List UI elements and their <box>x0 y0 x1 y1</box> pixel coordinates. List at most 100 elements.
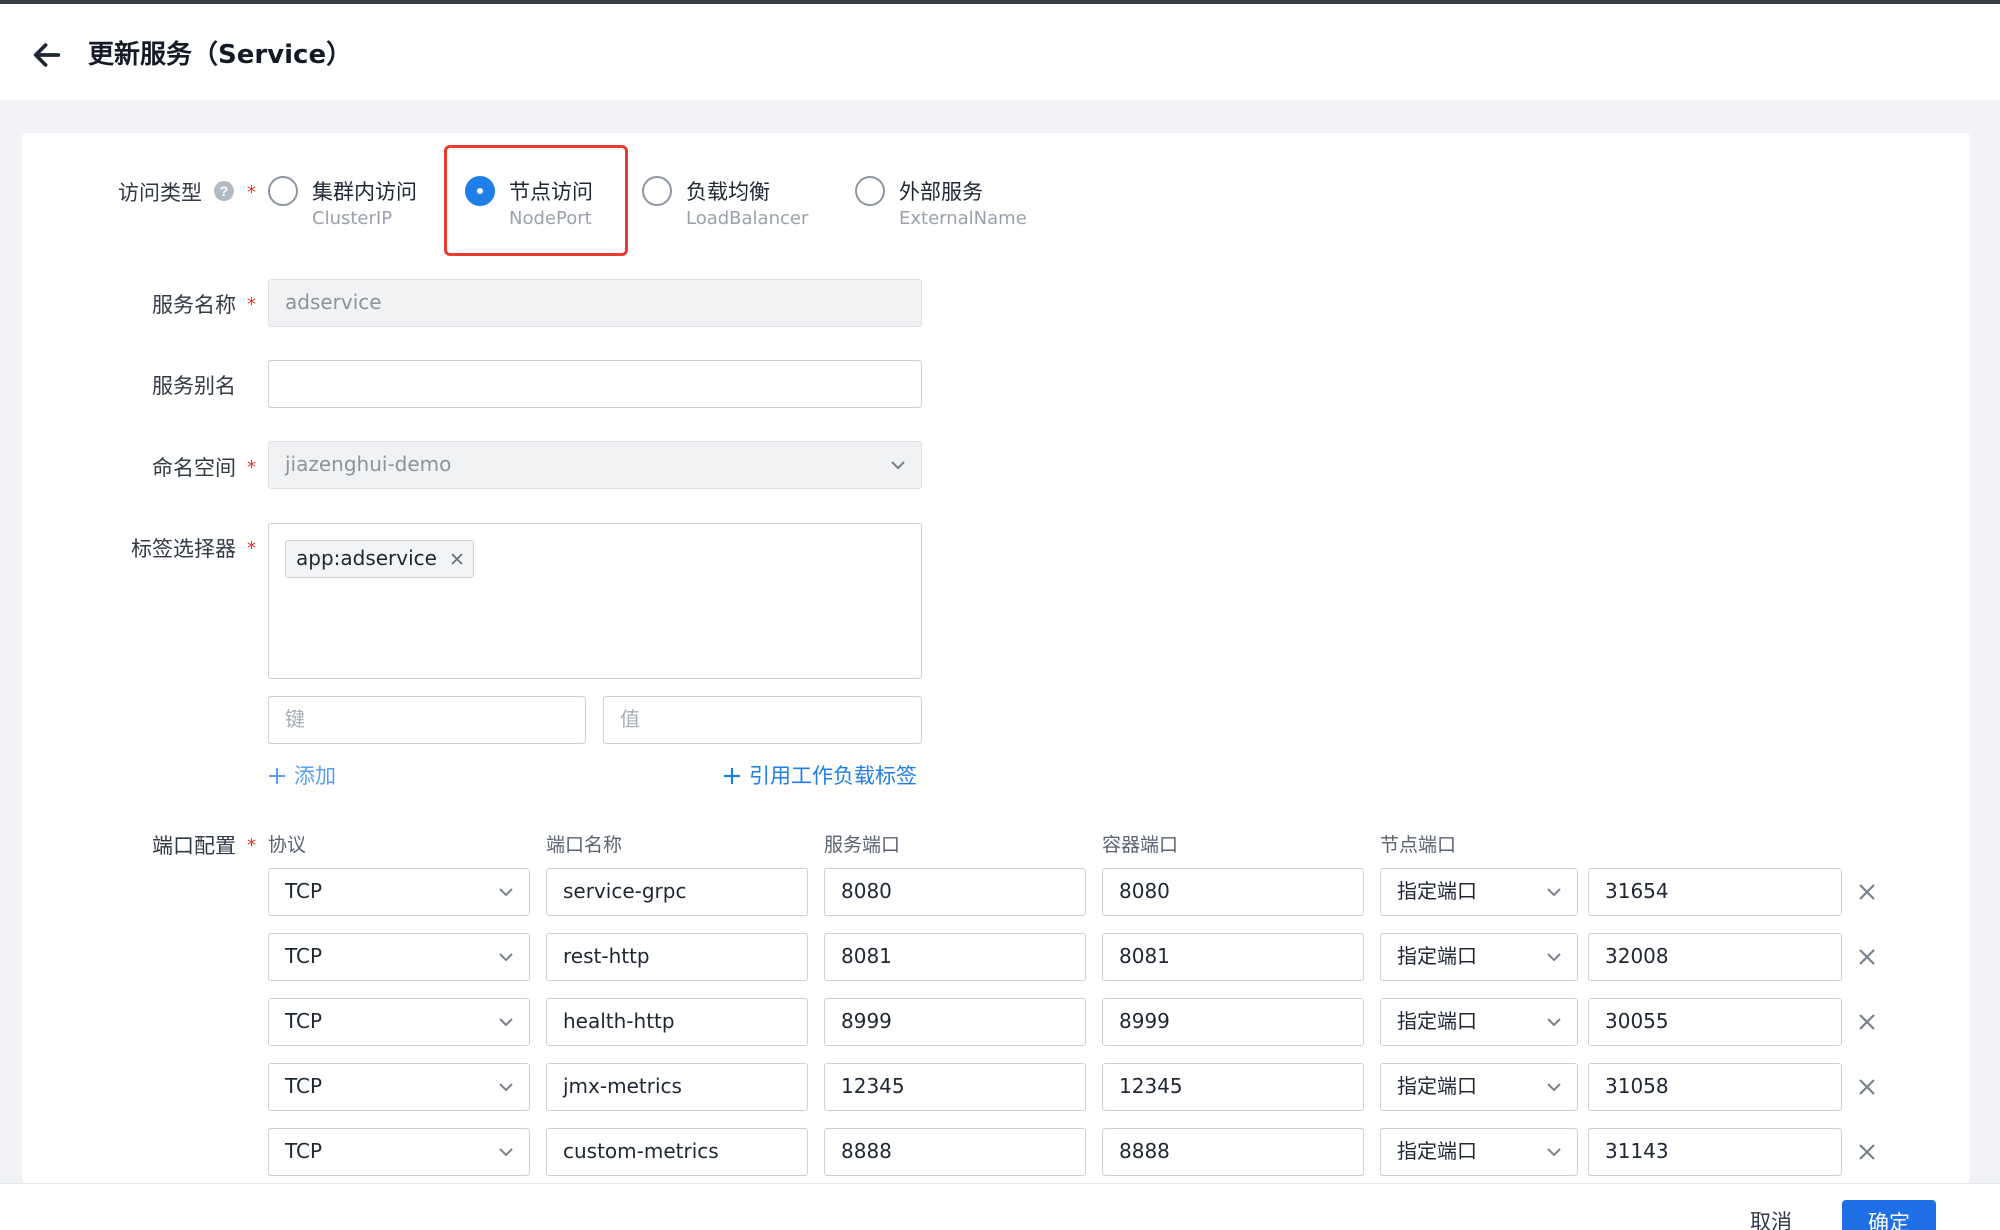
node-port-mode-value: 指定端口 <box>1397 1009 1477 1033</box>
ref-workload-labels-link[interactable]: 引用工作负载标签 <box>723 760 917 790</box>
page-title: 更新服务（Service） <box>88 40 353 70</box>
add-label-text: 添加 <box>294 764 336 788</box>
label-selector-box[interactable]: app:adservice <box>268 523 922 679</box>
help-icon[interactable]: ? <box>213 180 235 202</box>
namespace-value: jiazenghui-demo <box>285 452 452 476</box>
required-mark: * <box>247 294 256 315</box>
required-mark: * <box>247 457 256 478</box>
required-mark: * <box>247 835 256 856</box>
radio-sublabel: ExternalName <box>899 208 1027 229</box>
add-label-link[interactable]: 添加 <box>268 760 336 790</box>
radio-button[interactable] <box>268 176 298 206</box>
node-port-mode-select[interactable]: 指定端口 <box>1380 998 1578 1046</box>
node-port-input[interactable]: 32008 <box>1588 933 1842 981</box>
confirm-button[interactable]: 确定 <box>1842 1200 1936 1230</box>
port-name-input[interactable]: service-grpc <box>546 868 808 916</box>
protocol-select[interactable]: TCP <box>268 998 530 1046</box>
node-port-input[interactable]: 31058 <box>1588 1063 1842 1111</box>
footer-bar: 取消 确定 <box>0 1183 2000 1230</box>
col-protocol: 协议 <box>268 834 307 856</box>
service-port-input[interactable]: 8081 <box>824 933 1086 981</box>
service-name-input[interactable]: adservice <box>268 279 922 327</box>
node-port-mode-value: 指定端口 <box>1397 1074 1477 1098</box>
required-mark: * <box>247 538 256 559</box>
label-tag: app:adservice <box>285 540 474 578</box>
label-key-input[interactable]: 键 <box>268 696 586 744</box>
chevron-down-icon <box>499 888 513 897</box>
svg-text:?: ? <box>220 183 229 199</box>
remove-row-icon[interactable] <box>1856 1076 1878 1098</box>
namespace-label: 命名空间 <box>152 456 236 480</box>
radio-label: 负载均衡 <box>686 180 770 204</box>
back-arrow-icon[interactable] <box>30 38 64 72</box>
node-port-input[interactable]: 31143 <box>1588 1128 1842 1176</box>
container-port-input[interactable]: 8999 <box>1102 998 1364 1046</box>
node-port-mode-select[interactable]: 指定端口 <box>1380 1128 1578 1176</box>
port-name-input[interactable]: rest-http <box>546 933 808 981</box>
chevron-down-icon <box>499 953 513 962</box>
node-port-mode-select[interactable]: 指定端口 <box>1380 868 1578 916</box>
chevron-down-icon <box>499 1148 513 1157</box>
service-port-input[interactable]: 8080 <box>824 868 1086 916</box>
plus-icon <box>724 768 740 784</box>
label-value-input[interactable]: 值 <box>603 696 922 744</box>
protocol-select[interactable]: TCP <box>268 868 530 916</box>
container-port-input[interactable]: 8888 <box>1102 1128 1364 1176</box>
node-port-mode-value: 指定端口 <box>1397 1139 1477 1163</box>
service-alias-label: 服务别名 <box>152 374 236 398</box>
label-selector-label: 标签选择器 <box>131 537 236 561</box>
protocol-value: TCP <box>285 1009 323 1033</box>
protocol-select[interactable]: TCP <box>268 1063 530 1111</box>
node-port-input[interactable]: 31654 <box>1588 868 1842 916</box>
chevron-down-icon <box>1547 1018 1561 1027</box>
protocol-select[interactable]: TCP <box>268 1128 530 1176</box>
cancel-button[interactable]: 取消 <box>1750 1206 1792 1230</box>
radio-button[interactable] <box>642 176 672 206</box>
radio-sublabel: ClusterIP <box>312 208 393 229</box>
close-icon[interactable] <box>449 551 465 567</box>
node-port-mode-value: 指定端口 <box>1397 879 1477 903</box>
container-port-input[interactable]: 12345 <box>1102 1063 1364 1111</box>
container-port-input[interactable]: 8080 <box>1102 868 1364 916</box>
remove-row-icon[interactable] <box>1856 946 1878 968</box>
service-alias-input[interactable] <box>268 360 922 408</box>
col-port-name: 端口名称 <box>546 834 623 856</box>
port-name-input[interactable]: custom-metrics <box>546 1128 808 1176</box>
node-port-input[interactable]: 30055 <box>1588 998 1842 1046</box>
node-port-mode-select[interactable]: 指定端口 <box>1380 1063 1578 1111</box>
service-port-input[interactable]: 8888 <box>824 1128 1086 1176</box>
page-header: 更新服务（Service） <box>0 4 2000 100</box>
col-node-port: 节点端口 <box>1380 834 1457 856</box>
tag-text: app:adservice <box>296 546 437 570</box>
chevron-down-icon <box>1547 1148 1561 1157</box>
radio-sublabel: LoadBalancer <box>686 208 809 229</box>
chevron-down-icon <box>499 1083 513 1092</box>
remove-row-icon[interactable] <box>1856 881 1878 903</box>
chevron-down-icon <box>1547 1083 1561 1092</box>
radio-label: 外部服务 <box>899 180 983 204</box>
protocol-value: TCP <box>285 1074 323 1098</box>
node-port-mode-value: 指定端口 <box>1397 944 1477 968</box>
container-port-input[interactable]: 8081 <box>1102 933 1364 981</box>
protocol-select[interactable]: TCP <box>268 933 530 981</box>
chevron-down-icon <box>1547 888 1561 897</box>
node-port-mode-select[interactable]: 指定端口 <box>1380 933 1578 981</box>
port-name-input[interactable]: health-http <box>546 998 808 1046</box>
service-port-input[interactable]: 8999 <box>824 998 1086 1046</box>
chevron-down-icon <box>1547 953 1561 962</box>
radio-label: 节点访问 <box>509 180 593 204</box>
service-port-input[interactable]: 12345 <box>824 1063 1086 1111</box>
remove-row-icon[interactable] <box>1856 1011 1878 1033</box>
protocol-value: TCP <box>285 1139 323 1163</box>
namespace-select[interactable]: jiazenghui-demo <box>268 441 922 489</box>
ports-label: 端口配置 <box>152 834 236 858</box>
access-type-label: 访问类型 <box>118 181 202 205</box>
col-container-port: 容器端口 <box>1102 834 1179 856</box>
protocol-value: TCP <box>285 879 323 903</box>
col-service-port: 服务端口 <box>824 834 901 856</box>
port-name-input[interactable]: jmx-metrics <box>546 1063 808 1111</box>
radio-button-checked[interactable] <box>465 176 495 206</box>
radio-button[interactable] <box>855 176 885 206</box>
radio-label: 集群内访问 <box>312 180 417 204</box>
remove-row-icon[interactable] <box>1856 1141 1878 1163</box>
